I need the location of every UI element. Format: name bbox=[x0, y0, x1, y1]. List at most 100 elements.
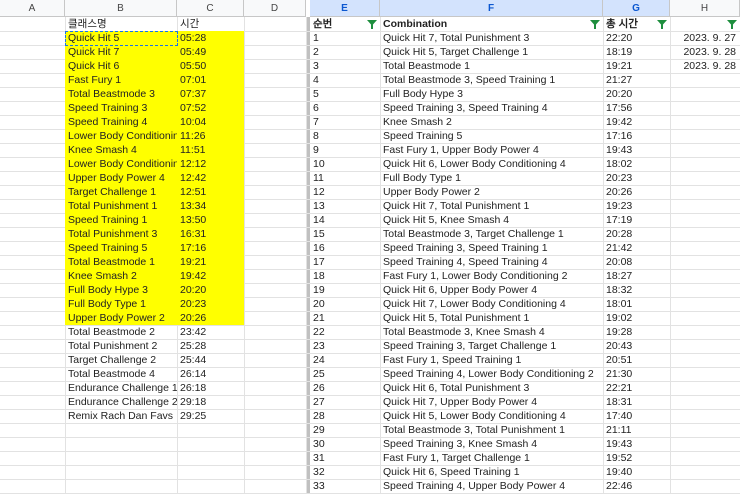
combination-cell[interactable]: Speed Training 4, Upper Body Power 4 bbox=[380, 479, 603, 493]
order-cell[interactable]: 32 bbox=[310, 465, 380, 479]
order-cell[interactable]: 7 bbox=[310, 115, 380, 129]
order-cell[interactable]: 22 bbox=[310, 325, 380, 339]
header-combination[interactable]: Combination bbox=[380, 17, 603, 31]
combination-cell[interactable]: Fast Fury 1, Target Challenge 1 bbox=[380, 451, 603, 465]
class-name-cell[interactable]: Full Body Hype 3 bbox=[65, 283, 177, 297]
combination-cell[interactable]: Fast Fury 1, Lower Body Conditioning 2 bbox=[380, 269, 603, 283]
class-time-cell[interactable]: 05:49 bbox=[177, 45, 244, 59]
class-time-cell[interactable]: 13:50 bbox=[177, 213, 244, 227]
order-cell[interactable]: 33 bbox=[310, 479, 380, 493]
class-name-cell[interactable]: Total Beastmode 2 bbox=[65, 325, 177, 339]
order-cell[interactable]: 1 bbox=[310, 31, 380, 45]
class-name-cell[interactable]: Lower Body Conditioning 2 bbox=[65, 129, 177, 143]
order-cell[interactable]: 20 bbox=[310, 297, 380, 311]
class-time-cell[interactable]: 10:04 bbox=[177, 115, 244, 129]
header-class-name[interactable]: 클래스명 bbox=[65, 17, 177, 31]
class-time-cell[interactable]: 07:37 bbox=[177, 87, 244, 101]
order-cell[interactable]: 18 bbox=[310, 269, 380, 283]
class-name-cell[interactable]: Knee Smash 4 bbox=[65, 143, 177, 157]
order-cell[interactable]: 14 bbox=[310, 213, 380, 227]
order-cell[interactable]: 13 bbox=[310, 199, 380, 213]
combination-cell[interactable]: Fast Fury 1, Speed Training 1 bbox=[380, 353, 603, 367]
combination-cell[interactable]: Total Beastmode 3, Target Challenge 1 bbox=[380, 227, 603, 241]
total-time-cell[interactable]: 19:42 bbox=[603, 115, 670, 129]
combination-cell[interactable]: Knee Smash 2 bbox=[380, 115, 603, 129]
class-time-cell[interactable]: 20:20 bbox=[177, 283, 244, 297]
filter-icon-h[interactable] bbox=[727, 20, 737, 29]
combination-cell[interactable]: Full Body Type 1 bbox=[380, 171, 603, 185]
class-name-cell[interactable]: Endurance Challenge 2 bbox=[65, 395, 177, 409]
combination-cell[interactable]: Quick Hit 7, Upper Body Power 4 bbox=[380, 395, 603, 409]
total-time-cell[interactable]: 20:51 bbox=[603, 353, 670, 367]
class-name-cell[interactable]: Remix Rach Dan Favs bbox=[65, 409, 177, 423]
combination-cell[interactable]: Upper Body Power 2 bbox=[380, 185, 603, 199]
total-time-cell[interactable]: 18:02 bbox=[603, 157, 670, 171]
class-time-cell[interactable]: 12:12 bbox=[177, 157, 244, 171]
order-cell[interactable]: 26 bbox=[310, 381, 380, 395]
combination-cell[interactable]: Speed Training 3, Speed Training 4 bbox=[380, 101, 603, 115]
total-time-cell[interactable]: 19:43 bbox=[603, 437, 670, 451]
total-time-cell[interactable]: 20:20 bbox=[603, 87, 670, 101]
total-time-cell[interactable]: 21:30 bbox=[603, 367, 670, 381]
class-name-cell[interactable]: Total Beastmode 3 bbox=[65, 87, 177, 101]
combination-cell[interactable]: Quick Hit 6, Upper Body Power 4 bbox=[380, 283, 603, 297]
total-time-cell[interactable]: 20:08 bbox=[603, 255, 670, 269]
order-cell[interactable]: 2 bbox=[310, 45, 380, 59]
total-time-cell[interactable]: 19:23 bbox=[603, 199, 670, 213]
class-name-cell[interactable]: Lower Body Conditioning 4 bbox=[65, 157, 177, 171]
column-header-d[interactable]: D bbox=[244, 0, 306, 17]
total-time-cell[interactable]: 21:11 bbox=[603, 423, 670, 437]
header-time[interactable]: 시간 bbox=[177, 17, 244, 31]
total-time-cell[interactable]: 22:21 bbox=[603, 381, 670, 395]
combination-cell[interactable]: Speed Training 4, Speed Training 4 bbox=[380, 255, 603, 269]
order-cell[interactable]: 6 bbox=[310, 101, 380, 115]
combination-cell[interactable]: Speed Training 3, Knee Smash 4 bbox=[380, 437, 603, 451]
total-time-cell[interactable]: 20:23 bbox=[603, 171, 670, 185]
class-name-cell[interactable]: Speed Training 4 bbox=[65, 115, 177, 129]
combination-cell[interactable]: Total Beastmode 3, Total Punishment 1 bbox=[380, 423, 603, 437]
class-name-cell[interactable]: Upper Body Power 4 bbox=[65, 171, 177, 185]
total-time-cell[interactable]: 18:19 bbox=[603, 45, 670, 59]
total-time-cell[interactable]: 18:01 bbox=[603, 297, 670, 311]
class-time-cell[interactable]: 17:16 bbox=[177, 241, 244, 255]
class-name-cell[interactable]: Quick Hit 6 bbox=[65, 59, 177, 73]
class-name-cell[interactable]: Total Beastmode 4 bbox=[65, 367, 177, 381]
combination-cell[interactable]: Quick Hit 7, Total Punishment 3 bbox=[380, 31, 603, 45]
order-cell[interactable]: 15 bbox=[310, 227, 380, 241]
class-name-cell[interactable]: Speed Training 5 bbox=[65, 241, 177, 255]
class-time-cell[interactable]: 23:42 bbox=[177, 325, 244, 339]
total-time-cell[interactable]: 20:26 bbox=[603, 185, 670, 199]
class-time-cell[interactable]: 26:14 bbox=[177, 367, 244, 381]
column-header-b[interactable]: B bbox=[65, 0, 177, 17]
combination-cell[interactable]: Quick Hit 6, Lower Body Conditioning 4 bbox=[380, 157, 603, 171]
order-cell[interactable]: 11 bbox=[310, 171, 380, 185]
combination-cell[interactable]: Total Beastmode 1 bbox=[380, 59, 603, 73]
class-time-cell[interactable]: 07:52 bbox=[177, 101, 244, 115]
total-time-cell[interactable]: 20:28 bbox=[603, 227, 670, 241]
date-cell[interactable]: 2023. 9. 28 bbox=[670, 59, 740, 73]
filter-icon-e[interactable] bbox=[367, 20, 377, 29]
total-time-cell[interactable]: 20:43 bbox=[603, 339, 670, 353]
class-name-cell[interactable]: Total Punishment 1 bbox=[65, 199, 177, 213]
spreadsheet-grid[interactable]: A B C D E F G H 클래스명 시간 순번 Combination 총… bbox=[0, 0, 740, 494]
order-cell[interactable]: 29 bbox=[310, 423, 380, 437]
class-time-cell[interactable]: 05:28 bbox=[177, 31, 244, 45]
total-time-cell[interactable]: 19:40 bbox=[603, 465, 670, 479]
class-name-cell[interactable]: Target Challenge 2 bbox=[65, 353, 177, 367]
total-time-cell[interactable]: 21:27 bbox=[603, 73, 670, 87]
class-name-cell[interactable]: Knee Smash 2 bbox=[65, 269, 177, 283]
total-time-cell[interactable]: 19:52 bbox=[603, 451, 670, 465]
column-header-g[interactable]: G bbox=[603, 0, 670, 17]
order-cell[interactable]: 28 bbox=[310, 409, 380, 423]
total-time-cell[interactable]: 22:46 bbox=[603, 479, 670, 493]
class-time-cell[interactable]: 29:25 bbox=[177, 409, 244, 423]
column-header-e[interactable]: E bbox=[310, 0, 380, 17]
class-time-cell[interactable]: 19:21 bbox=[177, 255, 244, 269]
class-name-cell[interactable]: Endurance Challenge 1 bbox=[65, 381, 177, 395]
class-time-cell[interactable]: 25:28 bbox=[177, 339, 244, 353]
order-cell[interactable]: 31 bbox=[310, 451, 380, 465]
order-cell[interactable]: 27 bbox=[310, 395, 380, 409]
total-time-cell[interactable]: 18:32 bbox=[603, 283, 670, 297]
total-time-cell[interactable]: 19:28 bbox=[603, 325, 670, 339]
order-cell[interactable]: 24 bbox=[310, 353, 380, 367]
